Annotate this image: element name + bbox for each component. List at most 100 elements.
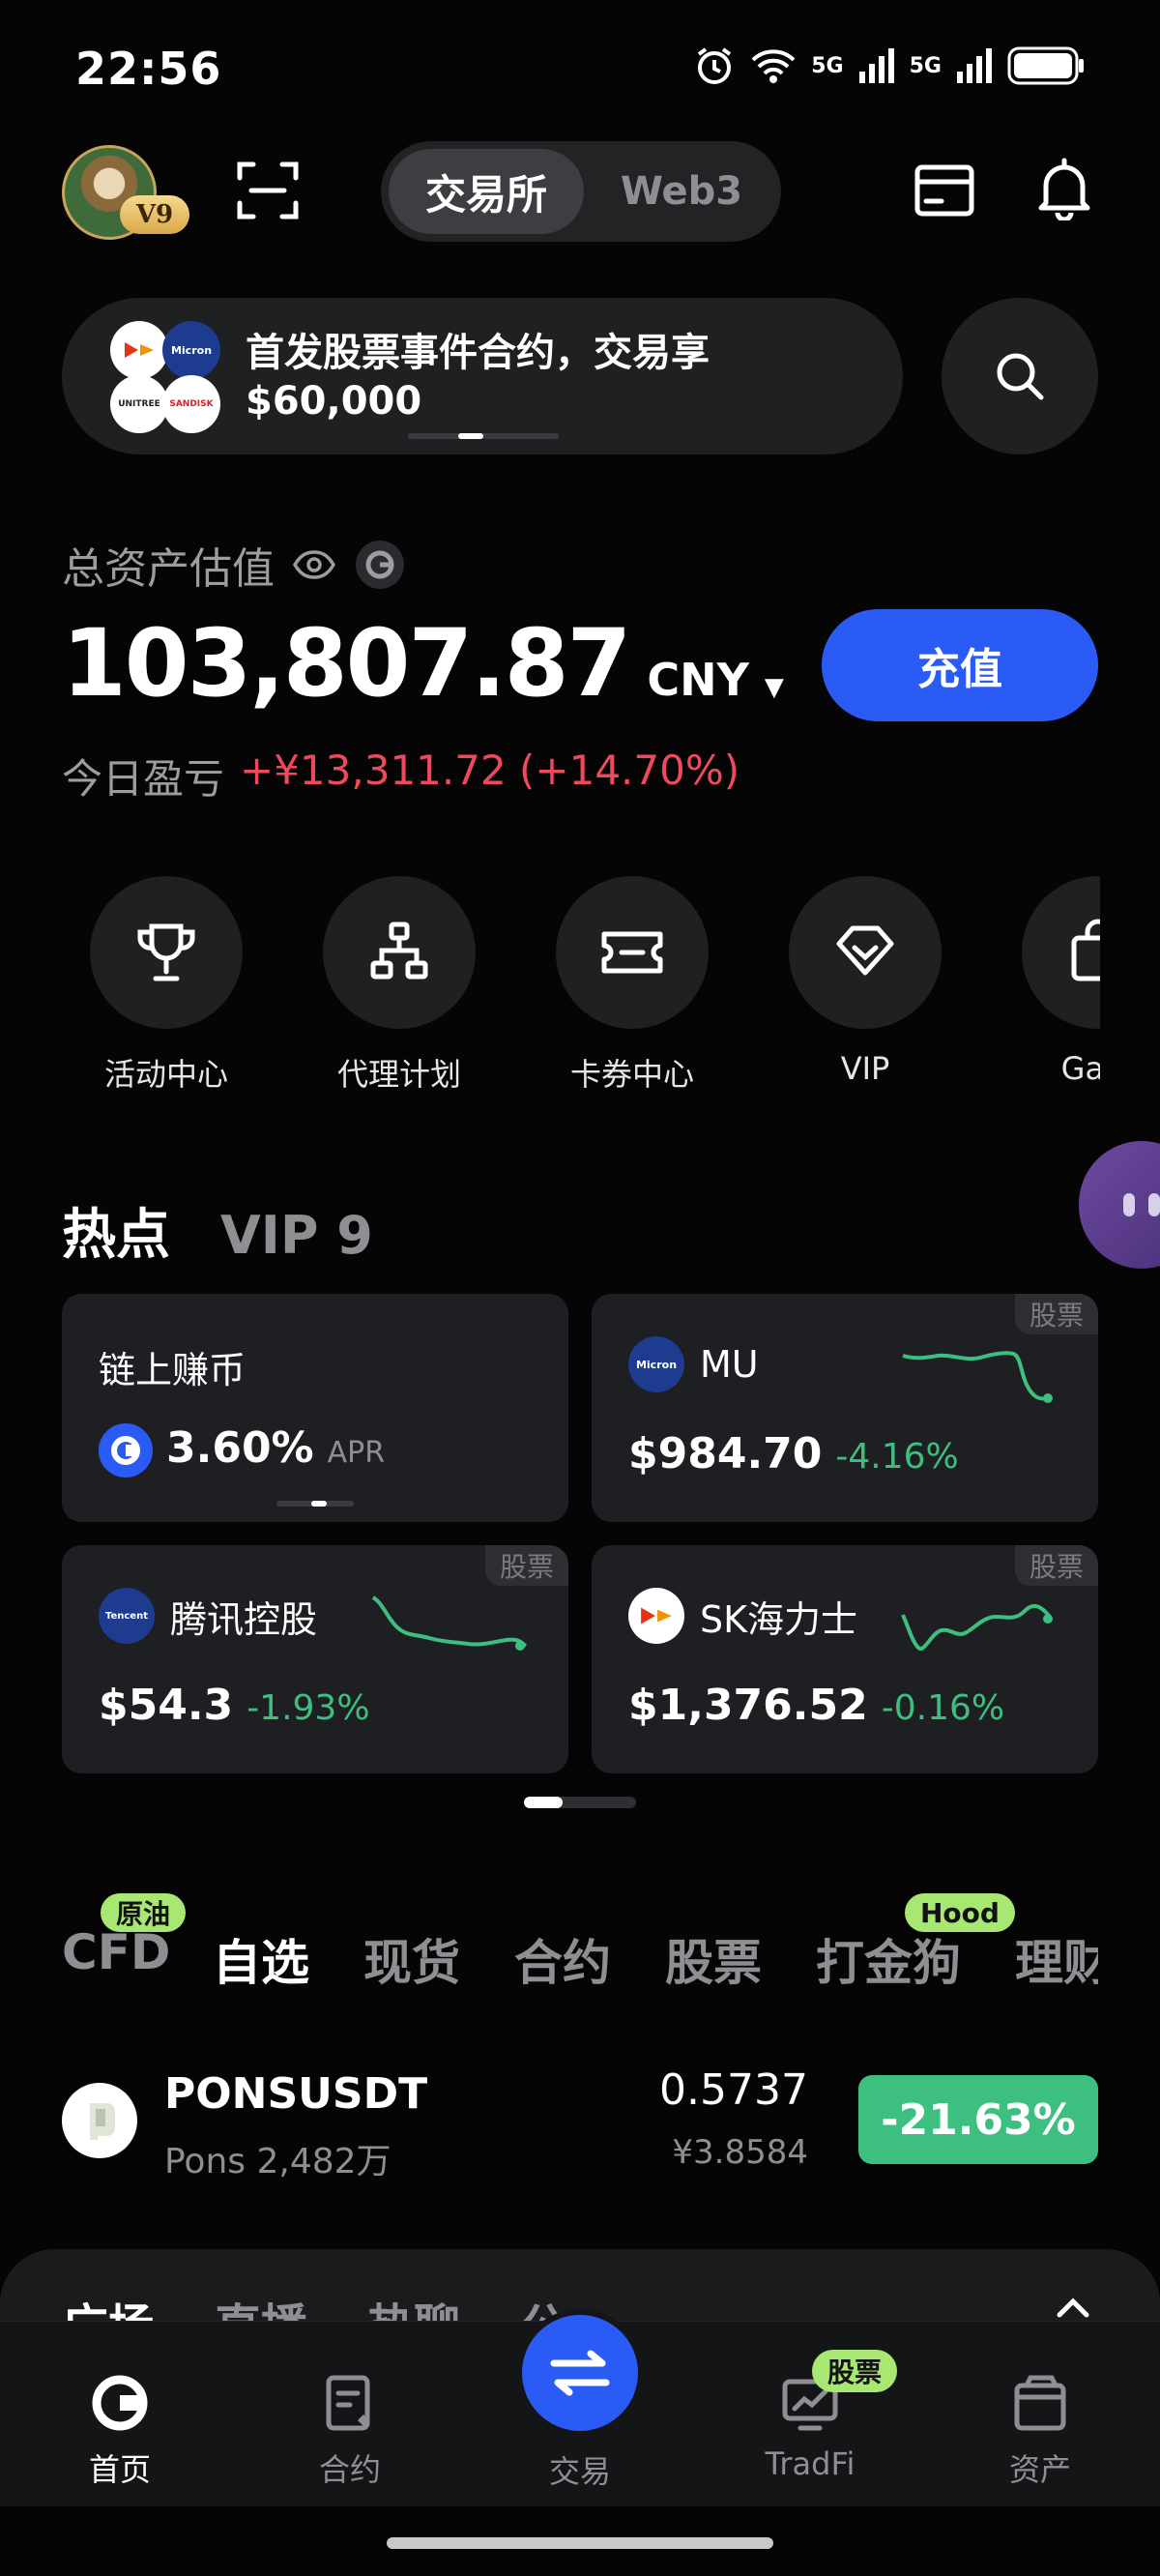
signal-icon-2 xyxy=(957,48,992,83)
tab-stocks[interactable]: 股票 xyxy=(665,1924,762,1994)
tile-change: -4.16% xyxy=(835,1437,959,1477)
trophy-icon xyxy=(137,923,195,981)
tab-futures[interactable]: 合约 xyxy=(514,1924,611,1994)
nav-home[interactable]: 首页 xyxy=(43,2372,197,2490)
total-assets-value-row: 103,807.87 CNY ▼ xyxy=(62,609,784,717)
status-icons: 5G 5G xyxy=(693,44,1085,87)
quick-action-gate[interactable]: Gate xyxy=(1001,876,1100,1087)
row-price-cny: ¥3.8584 xyxy=(672,2133,808,2172)
hot-tile-tencent[interactable]: 股票 Tencent 腾讯控股 $54.3 -1.93% xyxy=(62,1545,568,1773)
hot-header: 热点 VIP 9 xyxy=(62,1191,373,1270)
network-5g-label: 5G xyxy=(811,53,844,78)
today-pnl: 今日盈亏 +¥13,311.72 (+14.70%) xyxy=(62,746,740,805)
tab-web3[interactable]: Web3 xyxy=(590,149,773,234)
tab-watchlist[interactable]: 自选 xyxy=(213,1924,309,1994)
tradfi-stock-badge: 股票 xyxy=(812,2350,898,2392)
bag-icon xyxy=(1071,919,1100,981)
tab-exchange[interactable]: 交易所 xyxy=(389,149,584,234)
micron-logo: Micron xyxy=(628,1336,684,1392)
sk-logo xyxy=(628,1588,684,1644)
nav-futures[interactable]: 合约 xyxy=(273,2372,427,2490)
quick-action-vip[interactable]: VIP xyxy=(768,876,962,1087)
stock-tag: 股票 xyxy=(485,1545,568,1586)
currency-selector[interactable]: CNY ▼ xyxy=(647,654,784,706)
tile-price-row: $984.70 -4.16% xyxy=(628,1429,959,1478)
micron-logo: Micron xyxy=(162,321,220,379)
deposit-button[interactable]: 充值 xyxy=(822,609,1098,721)
sparkline xyxy=(902,1351,1053,1403)
market-row[interactable]: PONSUSDT Pons 2,482万 0.5737 ¥3.8584 -21.… xyxy=(62,2065,1098,2181)
unitree-logo: UNITREE xyxy=(110,375,168,433)
ticket-icon xyxy=(601,931,663,974)
tencent-logo: Tencent xyxy=(99,1588,155,1644)
tile-price: 3.60% xyxy=(166,1423,314,1473)
tile-change: -1.93% xyxy=(246,1688,370,1728)
org-chart-icon xyxy=(370,922,428,980)
nav-label: 合约 xyxy=(318,2451,381,2488)
sandisk-logo: SANDISK xyxy=(162,375,220,433)
hot-tile-earn[interactable]: 链上赚币 3.60% APR xyxy=(62,1294,568,1522)
tab-dajingou[interactable]: 打金狗 xyxy=(816,1924,961,1994)
tab-vip[interactable]: VIP 9 xyxy=(220,1205,373,1266)
caret-down-icon: ▼ xyxy=(764,673,784,702)
tab-hot[interactable]: 热点 xyxy=(62,1191,170,1270)
tab-finance[interactable]: 理财 xyxy=(1015,1924,1098,1994)
quick-action-label: 代理计划 xyxy=(336,1056,461,1089)
quick-action-label: 卡券中心 xyxy=(569,1056,694,1089)
tile-name: SK海力士 xyxy=(700,1597,858,1641)
market-tabs: CFD 自选 现货 合约 股票 打金狗 理财 xyxy=(62,1924,1098,2002)
hot-tile-mu[interactable]: 股票 Micron MU $984.70 -4.16% xyxy=(592,1294,1098,1522)
total-assets-value: 103,807.87 xyxy=(62,609,631,717)
trade-button[interactable] xyxy=(516,2309,644,2437)
contract-icon xyxy=(326,2375,370,2431)
scan-icon[interactable] xyxy=(236,159,300,222)
search-button[interactable] xyxy=(942,298,1098,454)
quick-action-agent[interactable]: 代理计划 xyxy=(303,876,496,1089)
tile-change: -0.16% xyxy=(881,1688,1005,1728)
row-sub: Pons 2,482万 xyxy=(164,2133,392,2183)
signal-icon xyxy=(858,48,894,83)
chevron-up-icon[interactable] xyxy=(1054,2296,1092,2321)
hot-tile-sk-hynix[interactable]: 股票 SK海力士 $1,376.52 -0.16% xyxy=(592,1545,1098,1773)
tile-name-row: Tencent 腾讯控股 xyxy=(99,1588,317,1644)
wallet-icon xyxy=(1014,2375,1066,2431)
tab-cfd[interactable]: CFD xyxy=(62,1924,170,1980)
card-icon[interactable] xyxy=(914,164,974,217)
assistant-bubble[interactable] xyxy=(1079,1141,1160,1269)
banner-logo-cluster: Micron UNITREE SANDISK xyxy=(110,321,222,433)
tile-price: $54.3 xyxy=(99,1681,234,1730)
tile-price: $1,376.52 xyxy=(628,1681,868,1730)
gate-logo xyxy=(99,1423,153,1478)
nav-trade[interactable]: 交易 xyxy=(503,2440,657,2492)
total-assets-label-row: 总资产估值 xyxy=(62,534,406,596)
vip-level-badge: V9 xyxy=(120,195,189,234)
hot-pagination xyxy=(524,1797,636,1808)
exchange-web3-switch: 交易所 Web3 xyxy=(381,141,781,242)
quick-action-events[interactable]: 活动中心 xyxy=(70,876,263,1089)
currency-label: CNY xyxy=(647,654,749,706)
privacy-shield-icon[interactable] xyxy=(354,539,406,591)
tile-price-row: $54.3 -1.93% xyxy=(99,1681,370,1730)
eye-icon[interactable] xyxy=(292,548,336,581)
quick-action-coupons[interactable]: 卡券中心 xyxy=(536,876,729,1089)
banner-text: 首发股票事件合约，交易享$60,000 xyxy=(246,331,710,424)
top-nav: V9 交易所 Web3 xyxy=(0,135,1160,251)
nav-label: 交易 xyxy=(548,2453,611,2490)
wifi-icon xyxy=(751,49,796,83)
today-pnl-value: +¥13,311.72 (+14.70%) xyxy=(240,746,740,794)
bell-icon[interactable] xyxy=(1034,157,1094,220)
search-icon xyxy=(997,353,1044,400)
row-change-badge[interactable]: -21.63% xyxy=(858,2075,1098,2164)
promo-banner[interactable]: Micron UNITREE SANDISK 首发股票事件合约，交易享$60,0… xyxy=(62,298,903,454)
diamond-icon xyxy=(836,925,894,976)
sk-logo xyxy=(110,321,168,379)
tile-apr-label: APR xyxy=(327,1436,386,1470)
banner-pagination xyxy=(408,433,559,439)
stock-tag: 股票 xyxy=(1015,1545,1098,1586)
tile-name: 链上赚币 xyxy=(99,1349,246,1391)
home-indicator[interactable] xyxy=(387,2537,773,2549)
tab-spot[interactable]: 现货 xyxy=(363,1924,460,1994)
nav-label: 首页 xyxy=(88,2451,151,2488)
nav-assets[interactable]: 资产 xyxy=(963,2372,1117,2490)
nav-label: TradFi xyxy=(765,2445,856,2482)
